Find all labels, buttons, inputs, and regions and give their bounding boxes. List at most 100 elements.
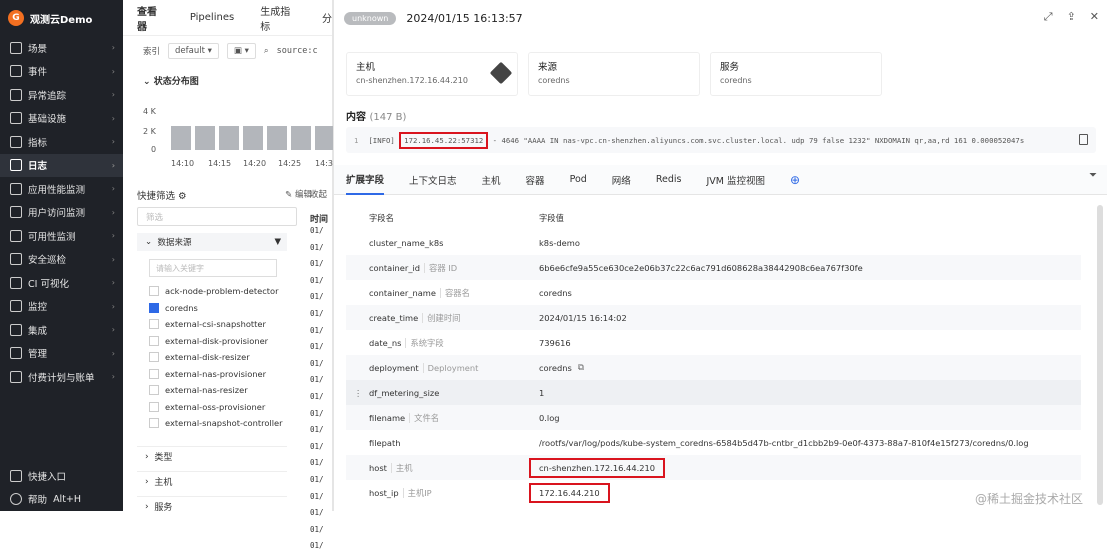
detail-tab[interactable]: JVM 监控视图 [706, 165, 765, 195]
source-option[interactable]: external-oss-provisioner [137, 399, 287, 416]
time-cell[interactable]: 01/ [310, 259, 333, 276]
detail-tab[interactable]: 网络 [612, 165, 631, 195]
filter-icon[interactable]: ▼ [274, 237, 281, 247]
checkbox[interactable] [149, 368, 159, 379]
share-icon[interactable]: ⇪ [1067, 10, 1076, 24]
service-card[interactable]: 服务 coredns [710, 52, 882, 96]
distribution-bar[interactable] [291, 126, 311, 150]
copy-icon[interactable] [1079, 134, 1088, 145]
checkbox[interactable] [149, 401, 159, 412]
help[interactable]: 帮助 Alt+H [0, 488, 123, 512]
time-cell[interactable]: 01/ [310, 226, 333, 243]
filter-service[interactable]: › 服务 [137, 496, 287, 516]
checkbox[interactable] [149, 319, 159, 330]
quick-entry[interactable]: 快捷入口 [0, 464, 123, 488]
source-option[interactable]: external-csi-snapshotter [137, 316, 287, 333]
field-row[interactable]: ⋮ df_metering_size 1 [346, 380, 1081, 405]
distribution-bar[interactable] [219, 126, 239, 150]
sidebar-item-13[interactable]: 管理 › [0, 342, 123, 366]
scrollbar[interactable] [1097, 205, 1103, 505]
sidebar-item-5[interactable]: 日志 › [0, 153, 123, 177]
sidebar-item-1[interactable]: 事件 › [0, 60, 123, 84]
sidebar-item-8[interactable]: 可用性监测 › [0, 224, 123, 248]
source-option[interactable]: external-disk-resizer [137, 349, 287, 366]
time-cell[interactable]: 01/ [310, 425, 333, 442]
distribution-bar[interactable] [243, 126, 263, 150]
field-row[interactable]: container_id 容器 ID 6b6e6cfe9a55ce630ce2e06… [346, 255, 1081, 280]
checkbox[interactable] [149, 286, 159, 297]
sidebar-item-6[interactable]: 应用性能监测 › [0, 177, 123, 201]
time-cell[interactable]: 01/ [310, 492, 333, 509]
source-option[interactable]: external-nas-resizer [137, 382, 287, 399]
sidebar-item-2[interactable]: 异常追踪 › [0, 83, 123, 107]
time-cell[interactable]: 01/ [310, 392, 333, 409]
time-cell[interactable]: 01/ [310, 326, 333, 343]
checkbox[interactable] [149, 385, 159, 396]
checkbox[interactable] [149, 352, 159, 363]
collapse-icon[interactable]: ⏷ [1089, 170, 1097, 181]
detail-tab[interactable]: Pod [570, 165, 587, 195]
sidebar-item-11[interactable]: 监控 › [0, 295, 123, 319]
field-row[interactable]: create_time 创建时间 2024/01/15 16:14:02 [346, 305, 1081, 330]
distribution-bar[interactable] [171, 126, 191, 150]
field-row[interactable]: cluster_name_k8s k8s-demo [346, 230, 1081, 255]
time-cell[interactable]: 01/ [310, 442, 333, 459]
view-select[interactable]: ▣ ▾ [226, 43, 256, 59]
sidebar-item-10[interactable]: CI 可视化 › [0, 271, 123, 295]
detail-tab[interactable]: 容器 [526, 165, 545, 195]
source-search-input[interactable]: 请输入关键字 [149, 259, 277, 277]
time-cell[interactable]: 01/ [310, 375, 333, 392]
fullscreen-icon[interactable]: ⤢ [1044, 10, 1053, 24]
index-select[interactable]: default ▾ [168, 43, 219, 59]
source-option[interactable]: external-disk-provisioner [137, 333, 287, 350]
time-cell[interactable]: 01/ [310, 541, 333, 558]
filter-type[interactable]: › 类型 [137, 446, 287, 466]
source-header[interactable]: ⌄ 数据来源 ▼ [137, 233, 287, 251]
edit-button[interactable]: ✎ 编辑 [285, 188, 312, 202]
sidebar-item-4[interactable]: 指标 › [0, 130, 123, 154]
time-cell[interactable]: 01/ [310, 276, 333, 293]
checkbox[interactable] [149, 335, 159, 346]
copy-icon[interactable]: ⧉ [578, 362, 584, 373]
time-cell[interactable]: 01/ [310, 292, 333, 309]
time-cell[interactable]: 01/ [310, 309, 333, 326]
distribution-bar[interactable] [195, 126, 215, 150]
detail-tab[interactable]: 扩展字段 [346, 165, 385, 195]
close-icon[interactable]: ✕ [1090, 10, 1099, 24]
time-cell[interactable]: 01/ [310, 359, 333, 376]
tab-metrics[interactable]: 生成指标 [260, 3, 296, 33]
source-option[interactable]: external-snapshot-controller [137, 415, 287, 432]
source-option[interactable]: external-nas-provisioner [137, 366, 287, 383]
distribution-bar[interactable] [315, 126, 333, 150]
collect-button[interactable]: 收起 [310, 188, 327, 200]
app-logo[interactable]: G 观测云Demo [0, 0, 123, 36]
detail-tab[interactable]: Redis [656, 165, 682, 195]
time-cell[interactable]: 01/ [310, 243, 333, 260]
gear-icon[interactable]: ⚙ [178, 191, 187, 202]
sidebar-item-7[interactable]: 用户访问监测 › [0, 201, 123, 225]
field-row[interactable]: host 主机 cn-shenzhen.172.16.44.210 [346, 455, 1081, 480]
time-cell[interactable]: 01/ [310, 409, 333, 426]
detail-tab[interactable]: 主机 [482, 165, 501, 195]
time-cell[interactable]: 01/ [310, 475, 333, 492]
time-cell[interactable]: 01/ [310, 458, 333, 475]
drag-handle-icon[interactable]: ⋮ [354, 388, 362, 398]
sidebar-item-14[interactable]: 付费计划与账单 › [0, 365, 123, 389]
log-content[interactable]: 1 [INFO] 172.16.45.22:57312 - 4646 "AAAA… [346, 127, 1096, 153]
detail-tab[interactable]: 上下文日志 [409, 165, 457, 195]
sidebar-item-0[interactable]: 场景 › [0, 36, 123, 60]
checkbox[interactable] [149, 302, 159, 313]
source-option[interactable]: coredns [137, 300, 287, 317]
filter-host[interactable]: › 主机 [137, 471, 287, 491]
field-row[interactable]: filename 文件名 0.log [346, 405, 1081, 430]
time-cell[interactable]: 01/ [310, 525, 333, 542]
source-card[interactable]: 来源 coredns [528, 52, 700, 96]
add-tab-icon[interactable]: ⊕ [790, 165, 800, 195]
field-row[interactable]: date_ns 系统字段 739616 [346, 330, 1081, 355]
source-option[interactable]: ack-node-problem-detector [137, 283, 287, 300]
host-card[interactable]: 主机 cn-shenzhen.172.16.44.210 [346, 52, 518, 96]
tab-pipelines[interactable]: Pipelines [190, 12, 234, 23]
filter-input[interactable]: 筛选 [137, 207, 297, 226]
query-input[interactable]: source:c [277, 46, 318, 56]
field-row[interactable]: deployment Deployment coredns ⧉ [346, 355, 1081, 380]
